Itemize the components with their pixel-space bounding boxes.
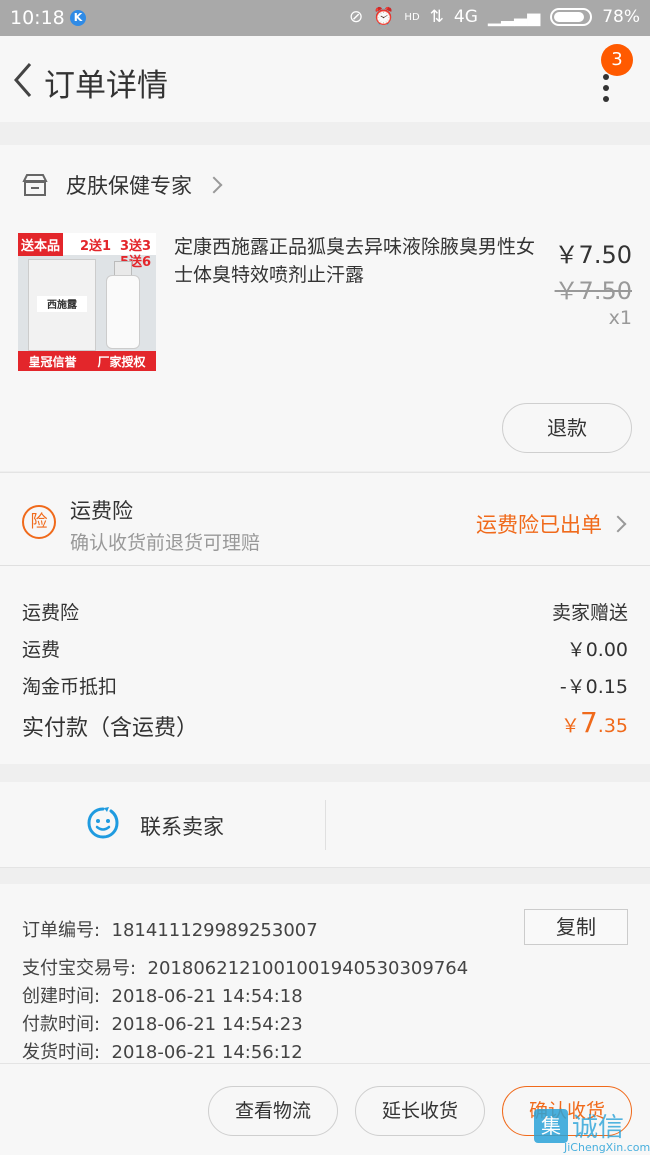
- fee-row-insurance: 运费险 卖家赠送: [22, 602, 628, 624]
- nav-bar: 订单详情 3: [0, 36, 650, 122]
- thumb-banner: 皇冠信誉 厂家授权: [18, 351, 156, 371]
- contact-seller-button[interactable]: 联系卖家: [140, 811, 224, 841]
- product-thumbnail[interactable]: 送本品 2送1 3送3 5送6 西施露 皇冠信誉 厂家授权: [18, 233, 156, 371]
- shipping-insurance-row[interactable]: 险 运费险 确认收货前退货可理赔 运费险已出单: [0, 472, 650, 566]
- order-number: 181411129989253007: [111, 920, 318, 941]
- created-time-row: 创建时间: 2018-06-21 14:54:18: [22, 986, 303, 1007]
- view-logistics-button[interactable]: 查看物流: [208, 1086, 338, 1136]
- status-icons: ⊘ ⏰ HD ⇅ 4G ▁▂▃▅ 78%: [349, 7, 640, 27]
- store-icon: [22, 174, 48, 196]
- more-menu-icon[interactable]: [598, 74, 614, 104]
- product-title[interactable]: 定康西施露正品狐臭去异味液除腋臭男性女士体臭特效喷剂止汗露: [174, 233, 546, 289]
- insurance-title: 运费险: [70, 499, 133, 523]
- shop-name: 皮肤保健专家: [66, 174, 192, 198]
- chevron-right-icon: [609, 515, 627, 533]
- divider: [325, 800, 326, 850]
- app-notification-icon: K: [70, 10, 86, 26]
- page-title: 订单详情: [44, 68, 168, 104]
- paid-time-row: 付款时间: 2018-06-21 14:54:23: [22, 1014, 303, 1035]
- insurance-status[interactable]: 运费险已出单: [476, 509, 627, 539]
- fee-row-shipping: 运费 ￥0.00: [22, 639, 628, 661]
- back-arrow-icon[interactable]: [10, 60, 36, 100]
- thumb-tag-free: 送本品: [18, 233, 64, 256]
- status-time: 10:18: [10, 7, 65, 29]
- product-price: ￥7.50: [554, 241, 632, 269]
- hd-icon: HD: [404, 11, 420, 23]
- watermark-logo: 集 诚信 JiChengXin.com: [530, 1107, 650, 1154]
- product-original-price: ￥7.50: [554, 277, 632, 305]
- insurance-subtitle: 确认收货前退货可理赔: [70, 532, 261, 554]
- product-quantity: x1: [608, 307, 632, 329]
- refund-button[interactable]: 退款: [502, 403, 632, 453]
- mute-icon: ⊘: [349, 7, 364, 27]
- total-label: 实付款（含运费）: [22, 716, 199, 741]
- order-number-row: 订单编号: 181411129989253007: [22, 920, 318, 941]
- shop-link[interactable]: 皮肤保健专家: [22, 167, 223, 203]
- order-item-card: 皮肤保健专家 送本品 2送1 3送3 5送6 西施露 皇冠信誉 厂家授权 定康西…: [0, 145, 650, 471]
- data-transfer-icon: ⇅: [429, 7, 444, 27]
- alipay-number-row: 支付宝交易号: 2018062121001001940530309764: [22, 958, 469, 979]
- battery-icon: [550, 8, 593, 26]
- fee-summary: 运费险 卖家赠送 运费 ￥0.00 淘金币抵扣 -￥0.15 实付款（含运费） ￥7.…: [0, 566, 650, 764]
- alarm-icon: ⏰: [373, 7, 395, 27]
- status-bar: 10:18 K ⊘ ⏰ HD ⇅ 4G ▁▂▃▅ 78%: [0, 0, 650, 36]
- bottle-image: [106, 275, 140, 349]
- battery-percent: 78%: [602, 7, 640, 27]
- contact-bar: 联系卖家: [0, 782, 650, 868]
- signal-icon: ▁▂▃▅: [487, 7, 541, 27]
- chevron-right-icon: [205, 176, 223, 194]
- thumb-promo-a: 2送1: [80, 239, 112, 254]
- chat-bubble-icon[interactable]: [86, 806, 120, 840]
- notification-badge: 3: [601, 44, 633, 76]
- network-type: 4G: [453, 7, 478, 27]
- order-info: 订单编号: 181411129989253007 复制 支付宝交易号: 2018…: [0, 884, 650, 1066]
- copy-button[interactable]: 复制: [524, 909, 628, 945]
- fee-row-coins: 淘金币抵扣 -￥0.15: [22, 676, 628, 698]
- product-box-image: 西施露: [28, 259, 96, 351]
- shipped-time-row: 发货时间: 2018-06-21 14:56:12: [22, 1042, 303, 1063]
- extend-receipt-button[interactable]: 延长收货: [355, 1086, 485, 1136]
- insurance-icon: 险: [22, 505, 56, 539]
- fee-row-total: 实付款（含运费） ￥7.35: [22, 706, 628, 742]
- total-amount: ￥7.35: [560, 706, 628, 739]
